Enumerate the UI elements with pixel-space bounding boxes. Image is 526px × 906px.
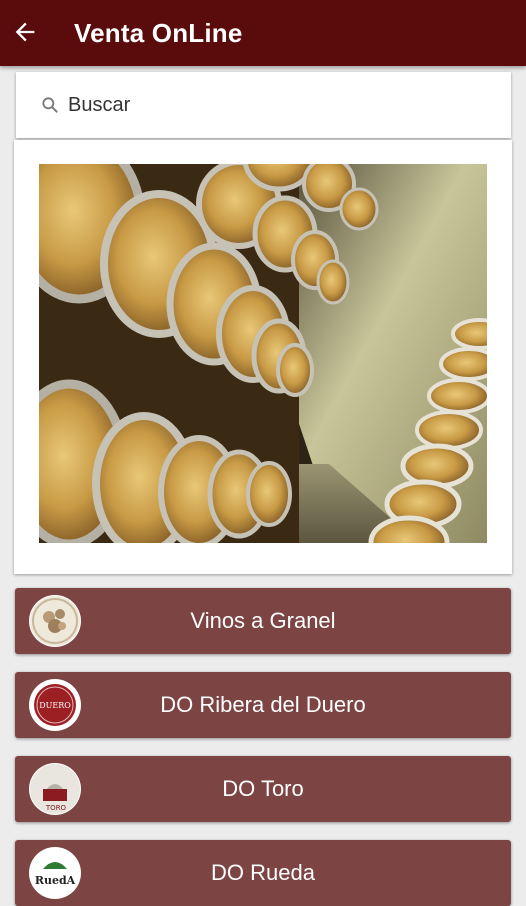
category-button-rueda[interactable]: RuedA DO Rueda xyxy=(15,840,511,906)
category-label: DO Rueda xyxy=(211,860,315,885)
banner-card xyxy=(14,140,512,574)
back-button[interactable] xyxy=(8,15,42,49)
wine-cellar-image xyxy=(39,164,487,543)
search-input[interactable] xyxy=(66,92,470,118)
category-button-vinos-granel[interactable]: Vinos a Granel xyxy=(15,588,511,654)
category-button-toro[interactable]: TORO DO Toro xyxy=(15,756,511,822)
search-icon xyxy=(42,97,58,113)
app-bar: Venta OnLine xyxy=(0,0,526,66)
category-label: Vinos a Granel xyxy=(190,608,336,633)
page-title: Venta OnLine xyxy=(74,18,243,48)
search-bar[interactable] xyxy=(16,72,511,138)
category-label: DO Toro xyxy=(222,776,304,801)
category-button-ribera-duero[interactable]: DUERO DO Ribera del Duero xyxy=(15,672,511,738)
arrow-left-icon xyxy=(15,22,35,42)
category-label: DO Ribera del Duero xyxy=(160,692,366,717)
